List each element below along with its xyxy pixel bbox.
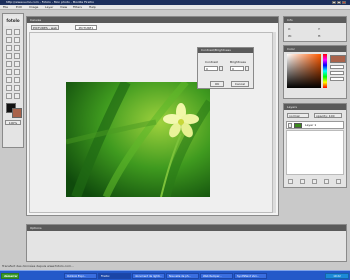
canvas-scrollbar[interactable] [272, 32, 276, 213]
text-tool-icon[interactable] [6, 85, 12, 91]
color-panel: Color [283, 45, 347, 99]
hue-slider[interactable] [323, 54, 327, 88]
pencil-tool-icon[interactable] [14, 53, 20, 59]
lasso-tool-icon[interactable] [14, 37, 20, 43]
tab-pictures-web[interactable]: PICTURES - web [31, 25, 59, 30]
color-title: Color [284, 46, 346, 52]
picker-tool-icon[interactable] [14, 85, 20, 91]
layer-link-icon[interactable] [288, 179, 293, 184]
brightness-input[interactable]: 0 [230, 66, 244, 71]
ellipse-tool-icon[interactable] [6, 61, 12, 67]
close-button[interactable] [342, 1, 346, 4]
color-r-field[interactable] [330, 65, 344, 69]
menu-bar: File Edit Image Layer View Filters Help [0, 5, 350, 10]
contrast-label: Contrast [205, 60, 218, 64]
info-w-label: W: [288, 34, 292, 38]
info-title: Info [284, 17, 346, 23]
brush-tool-icon[interactable] [14, 45, 20, 51]
fill-tool-icon[interactable] [6, 77, 12, 83]
current-color-swatch [330, 55, 346, 63]
app-logo: fotolo [4, 16, 22, 26]
brightness-label: Brightness [230, 60, 246, 64]
info-y-label: Y: [318, 27, 321, 31]
color-b-field[interactable] [330, 77, 344, 81]
menu-file[interactable]: File [3, 5, 8, 10]
layer-list [286, 130, 344, 175]
blur-tool-icon[interactable] [14, 69, 20, 75]
blend-mode-select[interactable]: normal [287, 113, 309, 118]
layer-effects-icon[interactable] [300, 179, 305, 184]
menu-edit[interactable]: Edit [16, 5, 22, 10]
clock: 10:22 [325, 273, 349, 279]
taskbar-item-synthpaint[interactable]: SynthPaint Vari... [234, 273, 267, 279]
photo-image [66, 82, 210, 197]
layer-name: Layer 1 [305, 123, 317, 127]
taskbar: démarrer Outlook Expr... Firefox documen… [0, 270, 350, 280]
opacity-field[interactable]: opacity: 100 [314, 113, 342, 118]
taskbar-item-outlook[interactable]: Outlook Expr... [64, 273, 97, 279]
new-layer-icon[interactable] [324, 179, 329, 184]
pointer-tool-icon[interactable] [14, 29, 20, 35]
layers-panel: Layers normal opacity: 100 Layer 1 [283, 103, 347, 188]
taskbar-item-firefox[interactable]: Firefox [98, 273, 131, 279]
info-panel: Info X: Y: W: H: [283, 16, 347, 42]
move-tool-icon[interactable] [6, 29, 12, 35]
dialog-title: Contrast/Brightness [198, 48, 253, 53]
toolbox-panel: fotolo 100% [2, 13, 24, 148]
layer-mask-icon[interactable] [312, 179, 317, 184]
contrast-input[interactable]: 0 [204, 66, 218, 71]
color-g-field[interactable] [330, 71, 344, 75]
menu-layer[interactable]: Layer [45, 5, 53, 10]
options-panel: Options [26, 224, 347, 262]
canvas-title: Canvas [27, 17, 278, 23]
line-tool-icon[interactable] [14, 61, 20, 67]
ok-button[interactable]: OK [210, 81, 224, 87]
gradient-tool-icon[interactable] [14, 77, 20, 83]
eraser-tool-icon[interactable] [6, 53, 12, 59]
status-bar: Transfert des données depuis www.fotolo.… [2, 264, 74, 268]
contrast-stepper[interactable] [219, 66, 223, 71]
brightness-stepper[interactable] [245, 66, 249, 71]
cancel-button[interactable]: Cancel [231, 81, 249, 87]
taskbar-item-photo[interactable]: Nouvelle de ph... [166, 273, 199, 279]
info-h-label: H: [318, 34, 322, 38]
canvas-window: Canvas PICTURES - web PICTURE1 [26, 16, 279, 216]
tab-picture1[interactable]: PICTURE1 [75, 25, 97, 30]
taskbar-item-web[interactable]: Web Remper... [200, 273, 233, 279]
eye-icon[interactable] [288, 123, 292, 128]
menu-view[interactable]: View [60, 5, 67, 10]
menu-filters[interactable]: Filters [73, 5, 82, 10]
color-picker-area[interactable] [287, 54, 321, 88]
menu-image[interactable]: Image [29, 5, 38, 10]
menu-help[interactable]: Help [89, 5, 96, 10]
select-rect-tool-icon[interactable] [6, 37, 12, 43]
delete-layer-icon[interactable] [336, 179, 341, 184]
info-x-label: X: [288, 27, 292, 31]
options-title: Options [27, 225, 346, 231]
maximize-button[interactable] [337, 1, 341, 4]
layer-row[interactable]: Layer 1 [286, 121, 344, 129]
minimize-button[interactable] [332, 1, 336, 4]
start-button[interactable]: démarrer [1, 273, 19, 279]
taskbar-item-document[interactable]: document de lightr... [132, 273, 165, 279]
clone-tool-icon[interactable] [6, 69, 12, 75]
layer-thumbnail [294, 123, 302, 128]
hand-tool-icon[interactable] [6, 93, 12, 99]
contrast-brightness-dialog: Contrast/Brightness Contrast Brightness … [197, 47, 254, 89]
crop-tool-icon[interactable] [6, 45, 12, 51]
background-color-swatch[interactable] [12, 108, 22, 118]
zoom-select[interactable]: 100% [5, 120, 21, 125]
layers-title: Layers [284, 104, 346, 110]
zoom-tool-icon[interactable] [14, 93, 20, 99]
